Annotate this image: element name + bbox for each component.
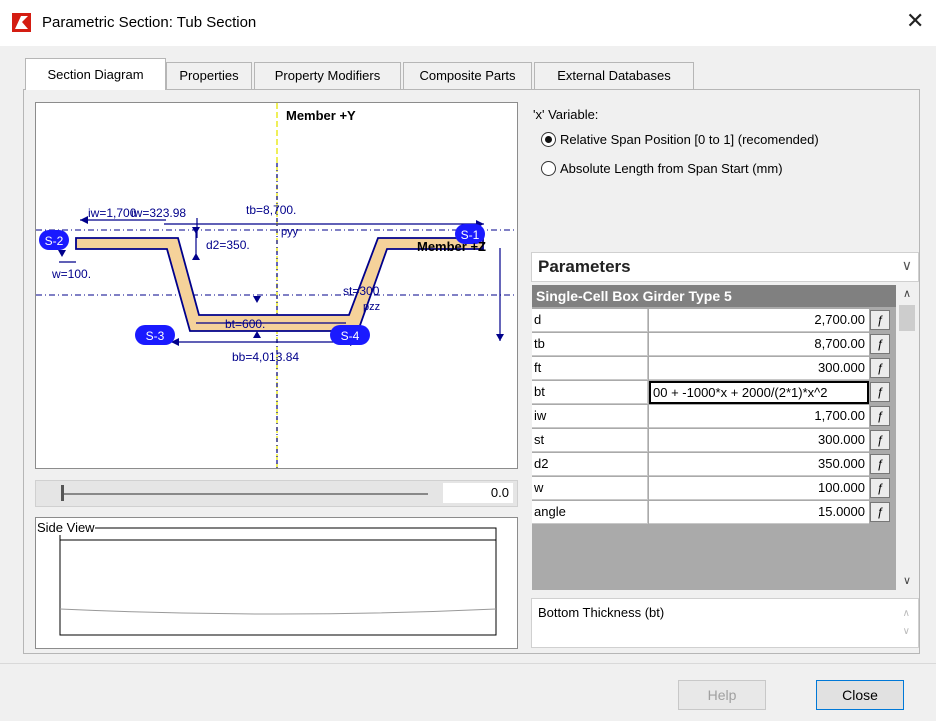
tab-properties[interactable]: Properties	[166, 62, 252, 89]
parameter-name: d	[532, 309, 648, 332]
function-icon[interactable]: ƒ	[870, 502, 890, 522]
parameter-name: tb	[532, 333, 648, 356]
radio-label: Absolute Length from Span Start (mm)	[560, 161, 783, 176]
title-bar: Parametric Section: Tub Section ✕	[0, 0, 936, 46]
function-icon[interactable]: ƒ	[870, 334, 890, 354]
d2-label: d2=350.	[206, 238, 250, 252]
parameter-name: iw	[532, 405, 648, 428]
parameter-value[interactable]: 8,700.00	[649, 333, 869, 356]
station-label: S-2	[45, 234, 64, 248]
function-icon[interactable]: ƒ	[870, 358, 890, 378]
tb-label: tb=8,700.	[246, 203, 296, 217]
span-position-slider[interactable]: 0.0	[35, 480, 518, 507]
member-y-label: Member +Y	[286, 108, 356, 123]
function-icon[interactable]: ƒ	[870, 430, 890, 450]
iw-label-2: iw=323.98	[131, 206, 186, 220]
section-type-header: Single-Cell Box Girder Type 5	[532, 285, 896, 307]
divider	[0, 663, 936, 664]
table-row[interactable]: st 300.000 ƒ	[532, 429, 896, 453]
parameters-header[interactable]: Parameters ∨	[531, 252, 919, 282]
scroll-down-icon[interactable]: ∨	[897, 572, 917, 590]
radio-label: Relative Span Position [0 to 1] (recomen…	[560, 132, 819, 147]
table-row[interactable]: tb 8,700.00 ƒ	[532, 333, 896, 357]
chevron-down-icon[interactable]: ∨	[902, 257, 912, 274]
parameter-name: w	[532, 477, 648, 500]
parameter-name: d2	[532, 453, 648, 476]
table-row[interactable]: angle 15.0000 ƒ	[532, 501, 896, 525]
scroll-up-icon[interactable]: ∧	[897, 285, 917, 303]
table-row[interactable]: d2 350.000 ƒ	[532, 453, 896, 477]
function-icon[interactable]: ƒ	[870, 406, 890, 426]
window-title: Parametric Section: Tub Section	[42, 14, 257, 31]
radio-button-selected[interactable]	[541, 132, 556, 147]
bt-label: bt=600.	[225, 317, 265, 331]
grid-scrollbar[interactable]: ∧ ∨	[897, 285, 917, 590]
parameter-name: ft	[532, 357, 648, 380]
table-row[interactable]: iw 1,700.00 ƒ	[532, 405, 896, 429]
x-variable-label: 'x' Variable:	[533, 107, 599, 122]
function-icon[interactable]: ƒ	[870, 478, 890, 498]
dimension-lines	[59, 218, 501, 343]
tab-external-databases[interactable]: External Databases	[534, 62, 694, 89]
scroll-thumb[interactable]	[899, 305, 915, 331]
bb-label: bb=4,013.84	[232, 350, 299, 364]
table-row[interactable]: d 2,700.00 ƒ	[532, 309, 896, 333]
st-label: st=300	[343, 284, 380, 298]
parameter-value[interactable]: 2,700.00	[649, 309, 869, 332]
parameters-title: Parameters	[538, 257, 631, 276]
function-icon[interactable]: ƒ	[870, 310, 890, 330]
parameter-name: angle	[532, 501, 648, 524]
slider-track	[63, 493, 428, 495]
parameter-value[interactable]: 350.000	[649, 453, 869, 476]
table-row[interactable]: ft 300.000 ƒ	[532, 357, 896, 381]
station-label: S-3	[146, 329, 165, 343]
description-text: Bottom Thickness (bt)	[538, 605, 665, 620]
table-row[interactable]: w 100.000 ƒ	[532, 477, 896, 501]
pzz-label: pzz	[363, 301, 380, 313]
radio-button[interactable]	[541, 161, 556, 176]
parameters-grid: Single-Cell Box Girder Type 5 d 2,700.00 ƒ…	[532, 285, 896, 590]
tab-composite-parts[interactable]: Composite Parts	[403, 62, 532, 89]
function-icon[interactable]: ƒ	[870, 382, 890, 402]
tab-section-diagram[interactable]: Section Diagram	[25, 58, 166, 90]
section-diagram[interactable]: S-2 S-1 S-3 S-4 Member +Y Member +Z iw=1…	[35, 102, 518, 469]
side-view-label: Side View	[37, 520, 95, 535]
parameter-value[interactable]: 300.000	[649, 357, 869, 380]
w-label: w=100.	[51, 267, 91, 281]
parameter-name: st	[532, 429, 648, 452]
help-button[interactable]: Help	[678, 680, 766, 710]
parameter-name: bt	[532, 381, 648, 404]
parameter-description: Bottom Thickness (bt) ∧ ∨	[531, 598, 919, 648]
close-icon[interactable]: ✕	[906, 8, 924, 34]
slider-value-field[interactable]: 0.0	[443, 483, 513, 503]
pyy-label: pyy	[281, 226, 299, 238]
station-label: S-4	[341, 329, 360, 343]
function-icon[interactable]: ƒ	[870, 454, 890, 474]
iw-label: iw=1,700	[88, 206, 137, 220]
parameter-value[interactable]: 00 + -1000*x + 2000/(2*1)*x^2	[649, 381, 869, 404]
description-scroll-icon: ∧ ∨	[902, 608, 910, 637]
side-view-panel: Side View	[35, 517, 518, 649]
tab-property-modifiers[interactable]: Property Modifiers	[254, 62, 401, 89]
parameter-value[interactable]: 300.000	[649, 429, 869, 452]
parameter-value[interactable]: 15.0000	[649, 501, 869, 524]
parameter-value[interactable]: 1,700.00	[649, 405, 869, 428]
parameter-value[interactable]: 100.000	[649, 477, 869, 500]
app-logo-icon	[12, 13, 31, 32]
close-button[interactable]: Close	[816, 680, 904, 710]
slider-thumb[interactable]	[61, 485, 64, 501]
table-row[interactable]: bt 00 + -1000*x + 2000/(2*1)*x^2 ƒ	[532, 381, 896, 405]
member-z-label: Member +Z	[417, 239, 486, 254]
